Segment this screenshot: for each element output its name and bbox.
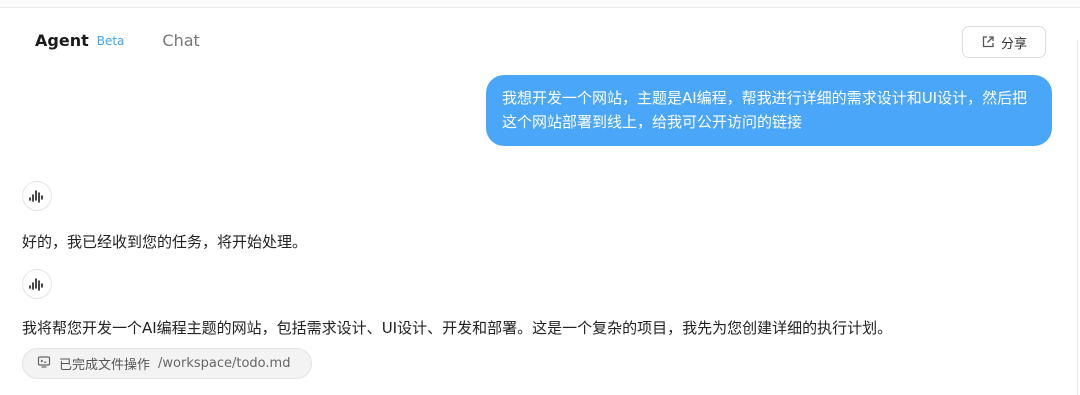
- audio-wave-icon: [28, 187, 46, 205]
- file-operation-chip[interactable]: 已完成文件操作 /workspace/todo.md: [22, 348, 312, 379]
- file-operation-status: 已完成文件操作: [59, 358, 151, 373]
- scroll-edge: [1077, 40, 1078, 395]
- share-icon: [981, 35, 995, 49]
- tab-agent-label: Agent: [35, 31, 89, 50]
- assistant-message: 我将帮您开发一个AI编程主题的网站，包括需求设计、UI设计、开发和部署。这是一个…: [22, 319, 893, 337]
- tab-chat[interactable]: Chat: [162, 31, 199, 50]
- mode-tabs: Agent Beta Chat: [35, 31, 200, 50]
- share-button[interactable]: 分享: [962, 26, 1046, 58]
- share-label: 分享: [1000, 36, 1027, 52]
- top-divider: [0, 0, 1080, 8]
- assistant-avatar: [22, 269, 52, 299]
- tab-agent[interactable]: Agent Beta: [35, 31, 124, 50]
- assistant-message: 好的，我已经收到您的任务，将开始处理。: [22, 233, 308, 251]
- beta-badge: Beta: [96, 33, 125, 48]
- assistant-avatar: [22, 181, 52, 211]
- file-operation-path: /workspace/todo.md: [158, 356, 291, 371]
- user-message-bubble: 我想开发一个网站，主题是AI编程，帮我进行详细的需求设计和UI设计，然后把这个网…: [486, 75, 1052, 146]
- audio-wave-icon: [28, 275, 46, 293]
- terminal-icon: [37, 355, 51, 373]
